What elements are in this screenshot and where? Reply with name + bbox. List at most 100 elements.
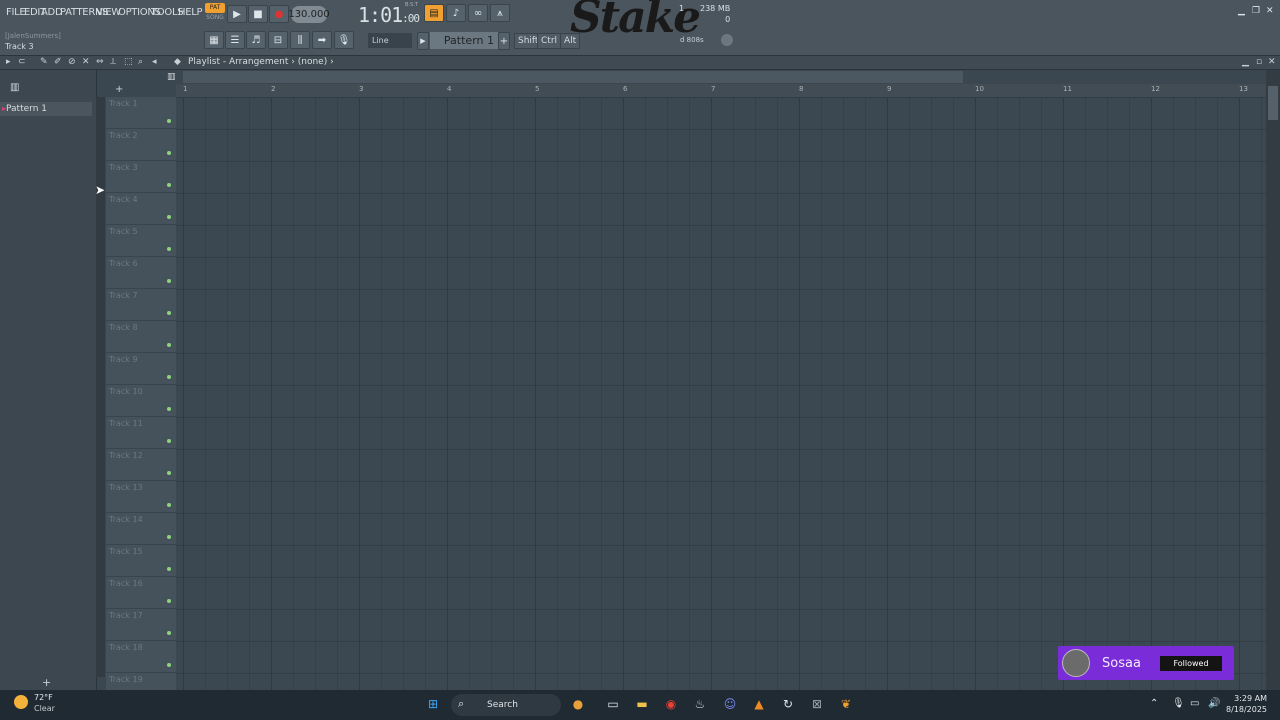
snap-selector[interactable]: Line (368, 33, 412, 48)
track-led-icon[interactable] (167, 311, 171, 315)
weather-temperature[interactable]: 72°F (34, 693, 53, 702)
track-header[interactable]: Track 18 (106, 641, 176, 673)
horizontal-scrollbar[interactable] (183, 71, 963, 83)
track-header[interactable]: Track 4 (106, 193, 176, 225)
track-header[interactable]: Track 6 (106, 257, 176, 289)
pencil-icon[interactable]: ✎ (40, 57, 48, 67)
track-header[interactable]: Track 11 (106, 417, 176, 449)
tray-chevron-icon[interactable]: ⌃ (1150, 698, 1158, 709)
delete-icon[interactable]: ⊘ (68, 57, 76, 67)
app-x-icon[interactable]: ⊠ (809, 696, 825, 712)
picker-piano-icon[interactable]: ▥ (10, 82, 19, 93)
track-header[interactable]: Track 14 (106, 513, 176, 545)
track-led-icon[interactable] (167, 247, 171, 251)
task-view-icon[interactable]: ▭ (605, 696, 621, 712)
track-header[interactable]: Track 13 (106, 481, 176, 513)
taskbar-search-input[interactable]: Search (451, 694, 561, 716)
track-led-icon[interactable] (167, 119, 171, 123)
track-led-icon[interactable] (167, 151, 171, 155)
slip-icon[interactable]: ⇔ (96, 57, 104, 67)
add-pattern-button[interactable]: + (498, 32, 510, 50)
playlist-maximize-icon[interactable]: ▫ (1256, 57, 1262, 67)
arrangement-grid[interactable] (176, 97, 1266, 690)
track-led-icon[interactable] (167, 535, 171, 539)
track-led-icon[interactable] (167, 279, 171, 283)
track-led-icon[interactable] (167, 407, 171, 411)
track-header[interactable]: Track 12 (106, 449, 176, 481)
globe-icon[interactable] (721, 34, 733, 46)
fl-studio-icon[interactable]: ❦ (838, 696, 854, 712)
record-audio-button[interactable]: 🎙 (334, 31, 354, 49)
tray-network-icon[interactable]: ▭ (1190, 698, 1199, 709)
track-led-icon[interactable] (167, 599, 171, 603)
track-header[interactable]: Track 15 (106, 545, 176, 577)
picker-item-pattern-1[interactable]: ▸Pattern 1 (0, 102, 92, 116)
pat-song-toggle[interactable]: PAT SONG (205, 3, 225, 25)
track-led-icon[interactable] (167, 503, 171, 507)
playlist-close-icon[interactable]: ✕ (1268, 57, 1276, 67)
restore-icon[interactable]: ❐ (1252, 6, 1260, 16)
windows-start-icon[interactable]: ⊞ (425, 696, 441, 712)
weather-icon[interactable] (14, 695, 28, 709)
menu-help[interactable]: HELP (178, 7, 203, 18)
track-header[interactable]: Track 7 (106, 289, 176, 321)
playlist-minimize-icon[interactable]: ▁ (1242, 57, 1249, 67)
zoom-icon[interactable]: ⌕ (138, 57, 143, 67)
track-led-icon[interactable] (167, 183, 171, 187)
track-led-icon[interactable] (167, 471, 171, 475)
record-button[interactable]: ● (269, 5, 289, 23)
track-header[interactable]: Track 17 (106, 609, 176, 641)
brush-icon[interactable]: ✐ (54, 57, 62, 67)
browser-button[interactable]: ⊟ (268, 31, 288, 49)
timeline-ruler[interactable]: 1 2 3 4 5 6 7 8 9 10 11 12 13 (176, 84, 1266, 98)
pattern-prev-button[interactable]: ▶ (417, 32, 429, 50)
ctrl-modifier[interactable]: Ctrl (537, 33, 562, 49)
track-header[interactable]: Track 1 (106, 97, 176, 129)
slice-icon[interactable]: ⟂ (110, 57, 116, 67)
typing-keyboard-button[interactable]: ▤ (424, 4, 444, 22)
play-button[interactable]: ▶ (227, 5, 247, 23)
playback-icon[interactable]: ◂ (152, 57, 157, 67)
playlist-pattern-selection[interactable]: (none) (298, 57, 327, 67)
track-header[interactable]: Track 5 (106, 225, 176, 257)
track-led-icon[interactable] (167, 343, 171, 347)
pattern-selector[interactable]: Pattern 1 (430, 32, 498, 49)
steam-icon[interactable]: ♨ (692, 696, 708, 712)
stop-button[interactable]: ■ (248, 5, 268, 23)
weather-description[interactable]: Clear (34, 704, 55, 713)
track-led-icon[interactable] (167, 631, 171, 635)
app-a-icon[interactable]: ▲ (751, 696, 767, 712)
track-header[interactable]: Track 8 (106, 321, 176, 353)
track-header[interactable]: Track 9 (106, 353, 176, 385)
step-edit-button[interactable]: ♪ (446, 4, 466, 22)
playlist-window-button[interactable]: ▦ (204, 31, 224, 49)
track-led-icon[interactable] (167, 375, 171, 379)
track-led-icon[interactable] (167, 439, 171, 443)
minimize-icon[interactable]: ▁ (1238, 6, 1245, 16)
file-explorer-icon[interactable]: ▬ (634, 696, 650, 712)
track-led-icon[interactable] (167, 567, 171, 571)
mixer-button[interactable]: ⫼ (290, 31, 310, 49)
track-led-icon[interactable] (167, 215, 171, 219)
close-icon[interactable]: ✕ (1266, 6, 1274, 16)
add-track-icon[interactable]: + (115, 84, 123, 95)
track-header[interactable]: Track 2 (106, 129, 176, 161)
track-header[interactable]: Track 10 (106, 385, 176, 417)
plugin-button[interactable]: ➡ (312, 31, 332, 49)
track-piano-icon[interactable]: ▥ (167, 72, 176, 82)
piano-roll-button[interactable]: ♬ (246, 31, 266, 49)
magnet-icon[interactable]: ⊂ (18, 57, 26, 67)
widgets-balloon-icon[interactable]: ● (570, 696, 586, 712)
track-led-icon[interactable] (167, 663, 171, 667)
discord-icon[interactable]: ☺ (722, 696, 738, 712)
metronome-button[interactable]: ⩚ (490, 4, 510, 22)
channel-rack-button[interactable]: ☰ (225, 31, 245, 49)
picker-add-button[interactable]: + (42, 676, 51, 689)
tray-mic-icon[interactable]: 🎙 (1172, 698, 1185, 709)
track-header[interactable]: Track 16 (106, 577, 176, 609)
chrome-icon[interactable]: ◉ (663, 696, 679, 712)
taskbar-clock[interactable]: 3:29 AM 8/18/2025 (1226, 693, 1267, 715)
playlist-menu-arrow-icon[interactable]: ▸ (6, 57, 11, 67)
arrangement-arrow-icon[interactable]: ◆ (174, 57, 181, 67)
menu-file[interactable]: FILE (6, 7, 26, 18)
